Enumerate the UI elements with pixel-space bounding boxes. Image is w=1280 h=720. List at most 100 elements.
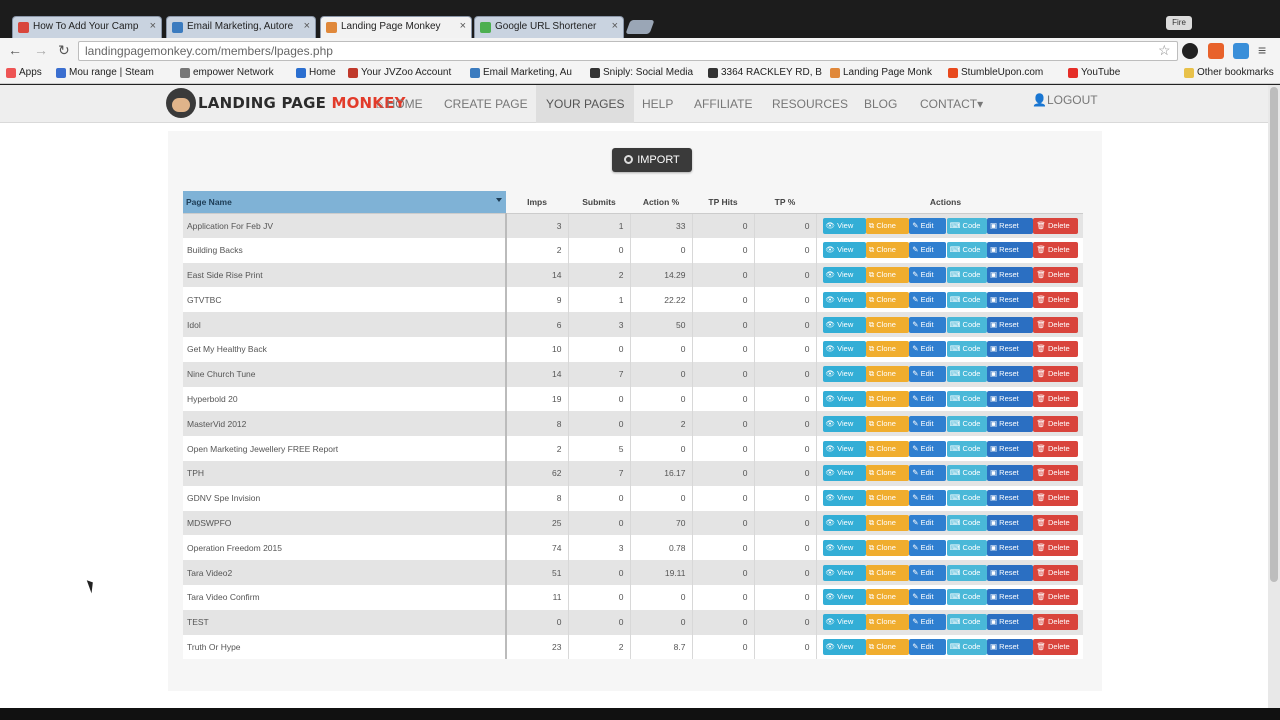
clone-button[interactable]: ⧉ Clone [865, 266, 909, 283]
delete-button[interactable]: 🗑 Delete [1033, 341, 1079, 358]
code-button[interactable]: ⌨ Code [946, 242, 987, 259]
bookmark[interactable]: YouTube [1068, 67, 1120, 78]
bookmark[interactable]: 3364 RACKLEY RD, B [708, 67, 822, 78]
header-tp-pct[interactable]: TP % [754, 191, 816, 214]
reset-button[interactable]: ▣ Reset [987, 490, 1033, 507]
address-bar[interactable]: landingpagemonkey.com/members/lpages.php [78, 41, 1178, 61]
code-button[interactable]: ⌨ Code [946, 415, 987, 432]
edit-button[interactable]: ✎ Edit [909, 589, 947, 606]
delete-button[interactable]: 🗑 Delete [1033, 316, 1079, 333]
browser-tab[interactable]: Google URL Shortener × [474, 16, 624, 38]
view-button[interactable]: 👁 View [822, 341, 866, 358]
edit-button[interactable]: ✎ Edit [909, 539, 947, 556]
header-submits[interactable]: Submits [568, 191, 630, 214]
other-bookmarks[interactable]: Other bookmarks [1184, 67, 1274, 78]
delete-button[interactable]: 🗑 Delete [1033, 242, 1079, 259]
reset-button[interactable]: ▣ Reset [987, 316, 1033, 333]
reset-button[interactable]: ▣ Reset [987, 266, 1033, 283]
reset-button[interactable]: ▣ Reset [987, 415, 1033, 432]
clone-button[interactable]: ⧉ Clone [865, 291, 909, 308]
view-button[interactable]: 👁 View [822, 390, 866, 407]
code-button[interactable]: ⌨ Code [946, 638, 987, 655]
header-page-name[interactable]: Page Name [183, 191, 506, 214]
code-button[interactable]: ⌨ Code [946, 291, 987, 308]
clone-button[interactable]: ⧉ Clone [865, 589, 909, 606]
edit-button[interactable]: ✎ Edit [909, 390, 947, 407]
code-button[interactable]: ⌨ Code [946, 589, 987, 606]
bookmark[interactable]: Landing Page Monk [830, 67, 932, 78]
delete-button[interactable]: 🗑 Delete [1033, 614, 1079, 631]
view-button[interactable]: 👁 View [822, 564, 866, 581]
new-tab-button[interactable] [625, 20, 655, 34]
bookmark[interactable]: Mou range | Steam [56, 67, 154, 78]
header-action-pct[interactable]: Action % [630, 191, 692, 214]
reset-button[interactable]: ▣ Reset [987, 291, 1033, 308]
delete-button[interactable]: 🗑 Delete [1033, 266, 1079, 283]
code-button[interactable]: ⌨ Code [946, 390, 987, 407]
clone-button[interactable]: ⧉ Clone [865, 539, 909, 556]
code-button[interactable]: ⌨ Code [946, 366, 987, 383]
bookmark[interactable]: empower Network [180, 67, 274, 78]
close-icon[interactable]: × [612, 20, 618, 32]
code-button[interactable]: ⌨ Code [946, 564, 987, 581]
menu-icon[interactable]: ≡ [1258, 42, 1266, 58]
reset-button[interactable]: ▣ Reset [987, 390, 1033, 407]
browser-tab[interactable]: How To Add Your Camp × [12, 16, 162, 38]
clone-button[interactable]: ⧉ Clone [865, 490, 909, 507]
nav-your-pages[interactable]: YOUR PAGES [536, 85, 635, 123]
view-button[interactable]: 👁 View [822, 316, 866, 333]
code-button[interactable]: ⌨ Code [946, 440, 987, 457]
reset-button[interactable]: ▣ Reset [987, 589, 1033, 606]
delete-button[interactable]: 🗑 Delete [1033, 366, 1079, 383]
delete-button[interactable]: 🗑 Delete [1033, 465, 1079, 482]
clone-button[interactable]: ⧉ Clone [865, 316, 909, 333]
clone-button[interactable]: ⧉ Clone [865, 440, 909, 457]
bookmark[interactable]: Sniply: Social Media [590, 67, 693, 78]
view-button[interactable]: 👁 View [822, 217, 866, 234]
delete-button[interactable]: 🗑 Delete [1033, 490, 1079, 507]
view-button[interactable]: 👁 View [822, 539, 866, 556]
bookmark-apps[interactable]: Apps [6, 67, 42, 78]
close-icon[interactable]: × [460, 20, 466, 32]
code-button[interactable]: ⌨ Code [946, 465, 987, 482]
close-icon[interactable]: × [150, 20, 156, 32]
view-button[interactable]: 👁 View [822, 490, 866, 507]
bookmark[interactable]: Email Marketing, Au [470, 67, 572, 78]
nav-help[interactable]: HELP [632, 85, 683, 123]
import-button[interactable]: IMPORT [612, 148, 692, 172]
nav-home[interactable]: ⌂ HOME [366, 85, 433, 123]
view-button[interactable]: 👁 View [822, 638, 866, 655]
view-button[interactable]: 👁 View [822, 465, 866, 482]
profile-button[interactable]: Fire [1166, 16, 1192, 30]
clone-button[interactable]: ⧉ Clone [865, 614, 909, 631]
nav-resources[interactable]: RESOURCES [762, 85, 858, 123]
clone-button[interactable]: ⧉ Clone [865, 638, 909, 655]
edit-button[interactable]: ✎ Edit [909, 217, 947, 234]
star-icon[interactable]: ☆ [1158, 42, 1171, 59]
code-button[interactable]: ⌨ Code [946, 316, 987, 333]
delete-button[interactable]: 🗑 Delete [1033, 415, 1079, 432]
edit-button[interactable]: ✎ Edit [909, 614, 947, 631]
code-button[interactable]: ⌨ Code [946, 539, 987, 556]
delete-button[interactable]: 🗑 Delete [1033, 390, 1079, 407]
browser-tab[interactable]: Email Marketing, Autore × [166, 16, 316, 38]
bookmark[interactable]: StumbleUpon.com [948, 67, 1043, 78]
clone-button[interactable]: ⧉ Clone [865, 514, 909, 531]
edit-button[interactable]: ✎ Edit [909, 514, 947, 531]
extension-icon[interactable] [1182, 43, 1198, 59]
edit-button[interactable]: ✎ Edit [909, 316, 947, 333]
view-button[interactable]: 👁 View [822, 291, 866, 308]
view-button[interactable]: 👁 View [822, 266, 866, 283]
reset-button[interactable]: ▣ Reset [987, 366, 1033, 383]
clone-button[interactable]: ⧉ Clone [865, 564, 909, 581]
forward-arrow-icon[interactable]: → [34, 42, 48, 58]
delete-button[interactable]: 🗑 Delete [1033, 291, 1079, 308]
delete-button[interactable]: 🗑 Delete [1033, 638, 1079, 655]
nav-blog[interactable]: BLOG [854, 85, 907, 123]
delete-button[interactable]: 🗑 Delete [1033, 539, 1079, 556]
code-button[interactable]: ⌨ Code [946, 266, 987, 283]
bookmark[interactable]: Your JVZoo Account [348, 67, 451, 78]
edit-button[interactable]: ✎ Edit [909, 440, 947, 457]
reset-button[interactable]: ▣ Reset [987, 539, 1033, 556]
edit-button[interactable]: ✎ Edit [909, 415, 947, 432]
